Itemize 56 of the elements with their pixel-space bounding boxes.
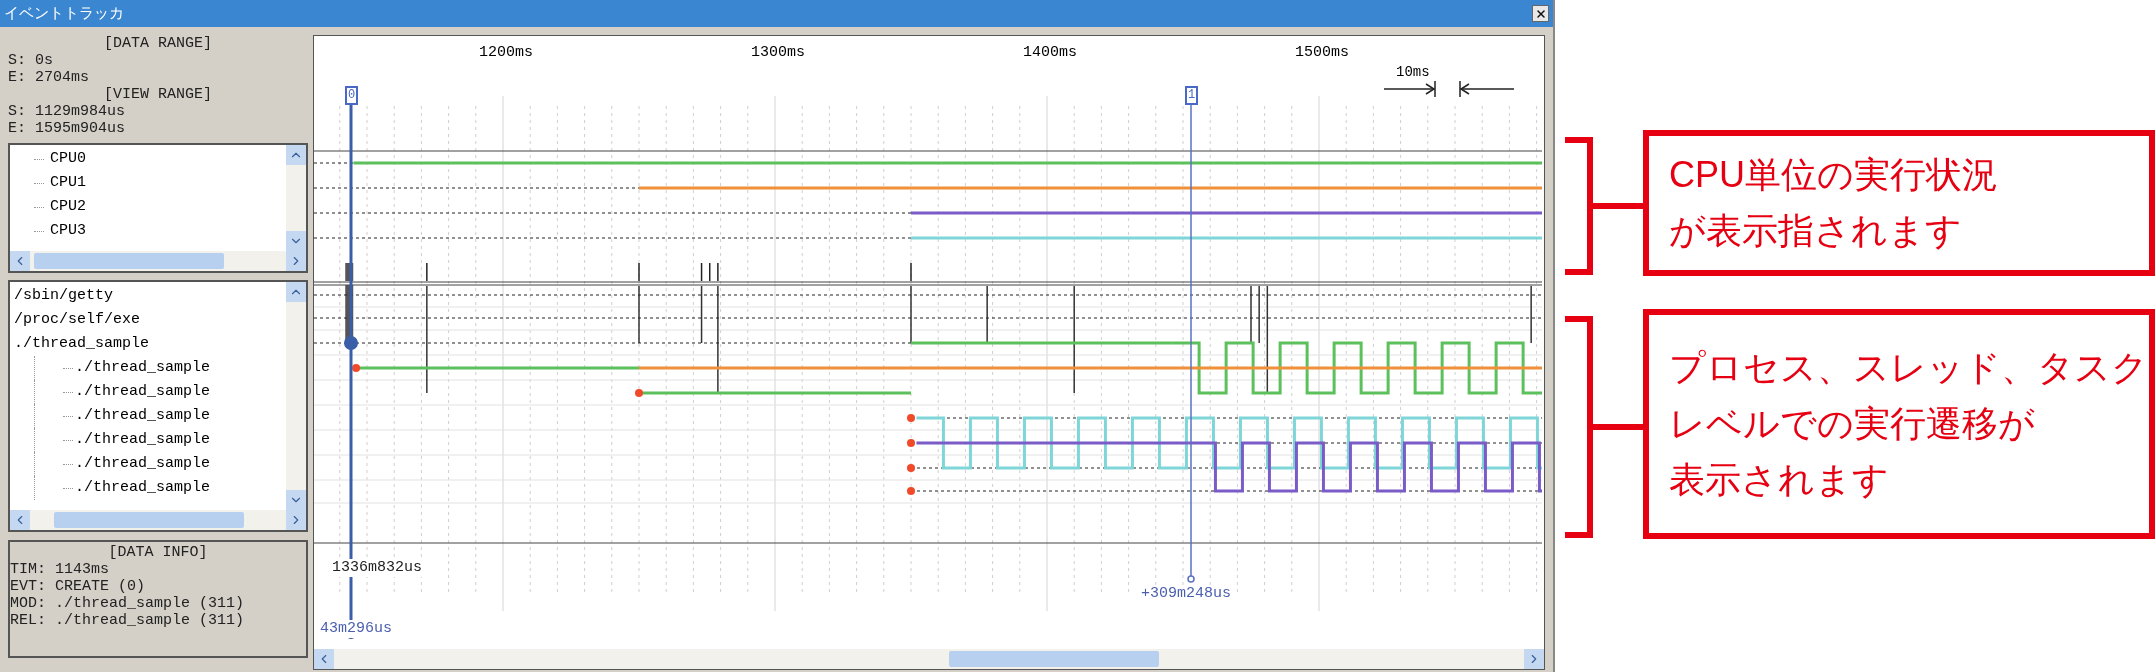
range-end: E: 1595m904us: [8, 120, 127, 137]
cursor-readout: 43m296us: [320, 620, 392, 638]
process-list-item[interactable]: ./thread_sample: [75, 356, 211, 380]
process-list-item[interactable]: ./thread_sample: [75, 404, 211, 428]
cpu-list-item[interactable]: CPU2: [50, 195, 86, 219]
process-list-item[interactable]: ./thread_sample: [75, 476, 211, 500]
scroll-left-button[interactable]: [10, 251, 30, 271]
info-line: TIM: 1143ms: [10, 561, 111, 578]
close-button[interactable]: [1532, 5, 1549, 22]
cursor-line[interactable]: [1187, 102, 1195, 583]
scrollbar-thumb[interactable]: [34, 253, 224, 269]
range-end: E: 2704ms: [8, 69, 90, 86]
scroll-right-button[interactable]: [286, 510, 306, 530]
cursor-readout: 1336m832us: [332, 559, 422, 577]
process-list-item[interactable]: ./thread_sample: [75, 452, 211, 476]
ruler-label: 1500ms: [1295, 44, 1349, 62]
scroll-down-button[interactable]: [286, 490, 306, 510]
scrollbar-thumb[interactable]: [949, 651, 1159, 667]
process-list-item[interactable]: ./thread_sample: [14, 332, 150, 356]
scroll-up-button[interactable]: [286, 145, 306, 165]
section-heading: [VIEW RANGE]: [104, 86, 212, 103]
cpu-list-item[interactable]: CPU1: [50, 171, 86, 195]
range-start: S: 1129m984us: [8, 103, 127, 120]
callout-text: レベルでの実行遷移が: [1669, 402, 2036, 446]
scrollbar-thumb[interactable]: [54, 512, 244, 528]
window-title: イベントトラッカ: [4, 3, 124, 24]
callout-text: が表示指されます: [1669, 209, 1963, 253]
process-list-item[interactable]: /proc/self/exe: [14, 308, 141, 332]
info-line: MOD: ./thread_sample (311): [10, 595, 246, 612]
timeline-chart[interactable]: 1200ms 1300ms 1400ms 1500ms 10ms 0 1 1336m832us +309m248us 43m296us: [314, 36, 1544, 649]
scroll-right-button[interactable]: [286, 251, 306, 271]
ruler-label: 1200ms: [479, 44, 533, 62]
scroll-left-button[interactable]: [10, 510, 30, 530]
callout-text: CPU単位の実行状況: [1669, 153, 1999, 197]
callout-text: 表示されます: [1669, 458, 1890, 502]
section-heading: [DATA RANGE]: [104, 35, 212, 52]
scroll-up-button[interactable]: [286, 282, 306, 302]
info-line: REL: ./thread_sample (311): [10, 612, 246, 629]
cursor-marker[interactable]: 0: [345, 86, 358, 105]
section-heading: [DATA INFO]: [108, 544, 208, 561]
cursor-marker[interactable]: 1: [1185, 86, 1198, 105]
scroll-right-button[interactable]: [1524, 649, 1544, 669]
cpu-list-item[interactable]: CPU0: [50, 147, 86, 171]
cpu-list-item[interactable]: CPU3: [50, 219, 86, 243]
scale-label: 10ms: [1396, 64, 1430, 80]
close-icon: [1534, 7, 1547, 20]
range-start: S: 0s: [8, 52, 54, 69]
ruler-label: 1300ms: [751, 44, 805, 62]
ruler-label: 1400ms: [1023, 44, 1077, 62]
process-list-item[interactable]: ./thread_sample: [75, 380, 211, 404]
callout-text: プロセス、スレッド、タスク: [1669, 346, 2149, 390]
scroll-down-button[interactable]: [286, 231, 306, 251]
scroll-left-button[interactable]: [314, 649, 334, 669]
info-line: EVT: CREATE (0): [10, 578, 147, 595]
process-list-item[interactable]: /sbin/getty: [14, 284, 114, 308]
process-list-item[interactable]: ./thread_sample: [75, 428, 211, 452]
